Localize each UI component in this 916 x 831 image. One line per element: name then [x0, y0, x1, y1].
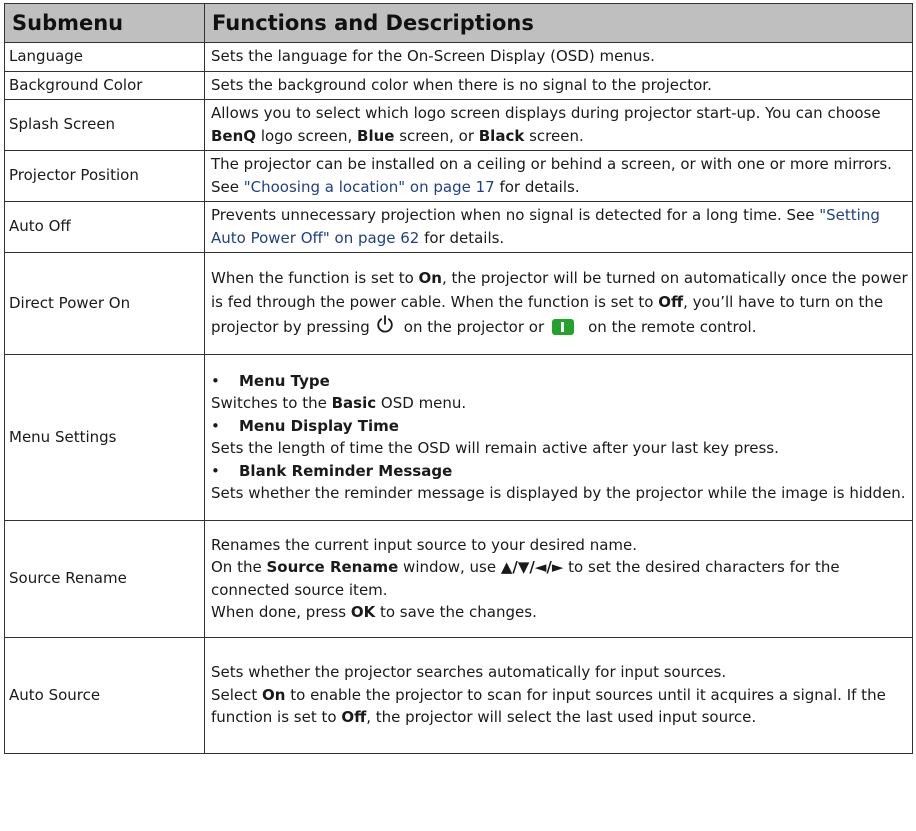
text: When the function is set to [211, 268, 419, 287]
submenu-name: Splash Screen [4, 99, 205, 151]
text: OSD menu. [376, 394, 467, 412]
bold-term: Source Rename [266, 558, 399, 576]
text: Prevents unnecessary projection when no … [211, 206, 820, 224]
submenu-description: The projector can be installed on a ceil… [204, 150, 913, 202]
table-row: Language Sets the language for the On-Sc… [4, 42, 913, 72]
bullet-dot: • [211, 461, 220, 480]
submenu-description: When the function is set to On, the proj… [204, 252, 913, 355]
bold-term: Off [658, 292, 684, 311]
bullet-heading: • Blank Reminder Message [211, 460, 908, 483]
text: Switches to the [211, 394, 332, 412]
submenu-description: Allows you to select which logo screen d… [204, 99, 913, 151]
table-row: Source Rename Renames the current input … [4, 520, 913, 638]
bold-term: BenQ [211, 126, 257, 145]
text-line: On the Source Rename window, use ▲/▼/◄/►… [211, 556, 908, 601]
text: , the projector will select the last use… [366, 708, 757, 727]
text: When done, press [211, 603, 351, 621]
text: On the [211, 558, 267, 576]
text: for details. [494, 177, 580, 196]
submenu-name: Menu Settings [4, 354, 205, 521]
text-line: Select On to enable the projector to sca… [211, 684, 908, 729]
text-line: Sets whether the projector searches auto… [211, 663, 727, 682]
table-row: Menu Settings • Menu Type Switches to the… [4, 354, 913, 521]
submenu-name: Auto Source [4, 637, 205, 754]
table-row: Auto Off Prevents unnecessary projection… [4, 201, 913, 253]
bold-term: Black [478, 126, 525, 145]
submenu-name: Background Color [4, 70, 205, 100]
bullet-heading-text: Menu Type [239, 371, 330, 390]
bullet-body: Switches to the Basic OSD menu. [211, 392, 908, 415]
bullet-heading: • Menu Display Time [211, 415, 908, 438]
bullet-heading-text: Blank Reminder Message [239, 461, 453, 480]
table-row: Background Color Sets the background col… [4, 70, 913, 100]
bullet-body: Sets the length of time the OSD will rem… [211, 439, 779, 457]
text: screen. [524, 126, 584, 145]
table-header-row: Submenu Functions and Descriptions [4, 3, 913, 43]
power-icon [376, 314, 394, 341]
text: on the remote control. [588, 317, 757, 336]
submenu-name: Direct Power On [4, 252, 205, 355]
bullet-heading: • Menu Type [211, 370, 908, 393]
submenu-description: Sets the language for the On-Screen Disp… [204, 42, 913, 72]
bold-term: On [262, 685, 286, 704]
submenu-description: Sets whether the projector searches auto… [204, 637, 913, 754]
table-row: Projector Position The projector can be … [4, 150, 913, 202]
submenu-name: Auto Off [4, 201, 205, 253]
text: Select [211, 685, 263, 704]
header-submenu: Submenu [4, 3, 205, 43]
bold-term: Blue [357, 126, 395, 145]
text: screen, or [394, 126, 479, 145]
table-row: Splash Screen Allows you to select which… [4, 99, 913, 151]
table-row: Auto Source Sets whether the projector s… [4, 637, 913, 754]
submenu-description: Renames the current input source to your… [204, 520, 913, 638]
text: logo screen, [256, 126, 358, 145]
table-row: Direct Power On When the function is set… [4, 252, 913, 355]
text: window, use [398, 558, 501, 576]
text: on the projector or [403, 317, 545, 336]
osd-submenu-table: Submenu Functions and Descriptions Langu… [4, 3, 913, 754]
text-line: When done, press OK to save the changes. [211, 601, 908, 624]
remote-power-key-icon [552, 319, 575, 335]
bullet-dot: • [211, 371, 220, 390]
bold-term: OK [350, 603, 376, 621]
submenu-name: Language [4, 42, 205, 72]
submenu-name: Source Rename [4, 520, 205, 638]
submenu-description: Prevents unnecessary projection when no … [204, 201, 913, 253]
submenu-description: • Menu Type Switches to the Basic OSD men… [204, 354, 913, 521]
submenu-description: Sets the background color when there is … [204, 70, 913, 100]
header-functions-descriptions: Functions and Descriptions [204, 3, 913, 43]
arrow-keys: ▲/▼/◄/► [500, 558, 564, 576]
text-line: Renames the current input source to your… [211, 535, 638, 554]
submenu-name: Projector Position [4, 150, 205, 202]
text: to save the changes. [375, 603, 537, 621]
bullet-heading-text: Menu Display Time [239, 416, 399, 435]
text: for details. [419, 228, 505, 247]
bold-term: Basic [331, 394, 377, 412]
bullet-dot: • [211, 416, 220, 435]
page-reference-link[interactable]: "Choosing a location" on page 17 [244, 178, 495, 196]
text: Allows you to select which logo screen d… [211, 104, 881, 122]
bold-term: Off [341, 708, 367, 727]
bold-term: On [418, 268, 442, 287]
bullet-body: Sets whether the reminder message is dis… [211, 484, 906, 502]
